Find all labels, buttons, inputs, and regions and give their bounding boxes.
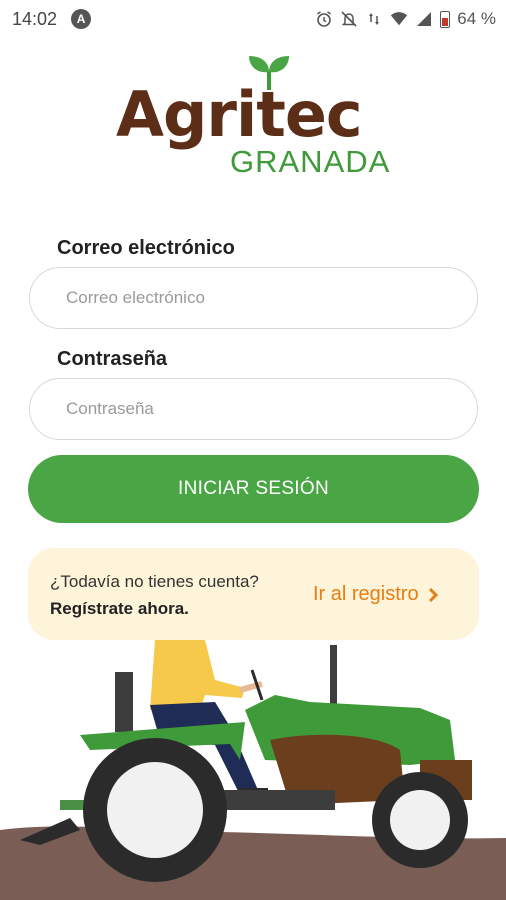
email-label: Correo electrónico bbox=[57, 237, 235, 259]
front-wheel-rim bbox=[390, 790, 450, 850]
data-transfer-icon bbox=[365, 10, 383, 28]
logo-wordmark: Agritec bbox=[116, 78, 363, 151]
register-question: ¿Todavía no tienes cuenta? bbox=[50, 572, 259, 591]
password-field[interactable] bbox=[29, 378, 478, 440]
logo-subtitle: GRANADA bbox=[230, 144, 391, 179]
wifi-icon bbox=[390, 10, 408, 28]
alarm-icon bbox=[315, 10, 333, 28]
register-link-label: Ir al registro bbox=[313, 583, 419, 605]
signal-icon bbox=[415, 10, 433, 28]
seat-back bbox=[115, 672, 133, 732]
agritec-logo: Agritec GRANADA bbox=[0, 52, 506, 182]
farmer-shirt bbox=[150, 640, 245, 710]
status-right: 64 % bbox=[315, 9, 496, 29]
rear-wheel-rim bbox=[107, 762, 203, 858]
register-cta-text: Regístrate ahora. bbox=[50, 599, 189, 618]
chevron-right-icon bbox=[428, 587, 438, 602]
email-field[interactable] bbox=[29, 267, 478, 329]
password-label: Contraseña bbox=[57, 348, 168, 370]
farmer-tractor-illustration bbox=[0, 640, 506, 900]
mute-icon bbox=[340, 10, 358, 28]
battery-percent: 64 % bbox=[457, 9, 496, 28]
battery-icon bbox=[440, 10, 451, 28]
app-notification-icon: A bbox=[71, 9, 92, 29]
status-time: 14:02 bbox=[12, 8, 58, 29]
register-link[interactable]: Ir al registro bbox=[313, 583, 439, 606]
tractor-chassis bbox=[215, 790, 335, 810]
register-card: ¿Todavía no tienes cuenta? Regístrate ah… bbox=[28, 548, 479, 640]
status-left: 14:02 A bbox=[12, 8, 92, 30]
login-button[interactable]: INICIAR SESIÓN bbox=[28, 455, 479, 523]
status-bar: 14:02 A 64 % bbox=[0, 0, 506, 38]
